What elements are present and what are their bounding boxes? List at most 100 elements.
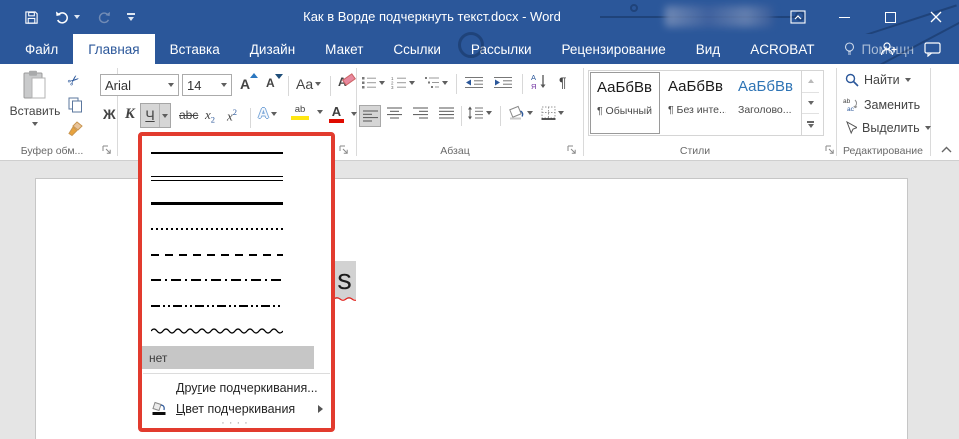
font-color-button[interactable]: А bbox=[329, 105, 357, 123]
increase-indent-button[interactable] bbox=[493, 76, 513, 89]
tab-file[interactable]: Файл bbox=[10, 34, 73, 64]
comments-icon[interactable] bbox=[924, 42, 941, 57]
ribbon-display-options-button[interactable] bbox=[775, 0, 821, 34]
find-arrow[interactable] bbox=[905, 78, 911, 82]
line-spacing-arrow[interactable] bbox=[486, 111, 492, 115]
align-center-button[interactable] bbox=[387, 107, 402, 119]
cut-button[interactable]: ✂ bbox=[68, 72, 80, 89]
font-color-arrow[interactable] bbox=[351, 112, 357, 116]
paste-button[interactable]: Вставить bbox=[10, 70, 60, 126]
tab-layout[interactable]: Макет bbox=[310, 34, 378, 64]
underline-style-option-single[interactable] bbox=[142, 140, 331, 166]
tab-references[interactable]: Ссылки bbox=[378, 34, 456, 64]
font-name-combo[interactable]: Arial bbox=[100, 74, 179, 96]
font-dialog-launcher[interactable] bbox=[338, 144, 350, 156]
replace-button[interactable]: ab ac Заменить bbox=[843, 97, 920, 112]
grow-font-button[interactable]: А bbox=[240, 76, 250, 92]
svg-text:А: А bbox=[531, 73, 536, 82]
spellcheck-squiggle bbox=[334, 296, 356, 302]
underline-dropdown-arrow[interactable] bbox=[160, 114, 170, 118]
underline-style-option-dash-dot[interactable] bbox=[142, 268, 331, 294]
tab-view[interactable]: Вид bbox=[681, 34, 735, 64]
strikethrough-button[interactable]: abc bbox=[179, 108, 198, 122]
undo-button[interactable] bbox=[55, 10, 80, 24]
tab-review[interactable]: Рецензирование bbox=[547, 34, 681, 64]
highlight-arrow[interactable] bbox=[317, 110, 323, 114]
underline-style-option-double[interactable] bbox=[142, 166, 331, 192]
style-item-heading[interactable]: АаБбВв Заголово... bbox=[731, 71, 801, 135]
underline-option-none[interactable]: нет bbox=[142, 346, 314, 369]
underline-style-option-wavy[interactable] bbox=[142, 319, 331, 345]
styles-more-button[interactable] bbox=[802, 114, 819, 135]
save-button[interactable] bbox=[24, 10, 39, 25]
clear-formatting-button[interactable]: А bbox=[338, 75, 347, 89]
find-button[interactable]: Найти bbox=[845, 73, 911, 87]
underline-style-option-dotted[interactable] bbox=[142, 217, 331, 243]
superscript-button[interactable]: x2 bbox=[227, 107, 237, 124]
minimize-button[interactable] bbox=[821, 0, 867, 34]
menu-item-underline-color[interactable]: Цвет подчеркивания bbox=[142, 398, 331, 419]
styles-scroll-down-button[interactable] bbox=[802, 93, 819, 115]
style-item-no-spacing[interactable]: АаБбВв ¶ Без инте... bbox=[661, 71, 731, 135]
shading-arrow[interactable] bbox=[527, 111, 533, 115]
text-effects-button[interactable]: А bbox=[258, 105, 277, 122]
close-button[interactable] bbox=[913, 0, 959, 34]
bullets-arrow[interactable] bbox=[379, 81, 385, 85]
redo-button-disabled[interactable] bbox=[96, 10, 111, 24]
bold-button[interactable]: Ж bbox=[103, 106, 116, 122]
menu-item-more-underlines[interactable]: Другие подчеркивания... bbox=[142, 377, 331, 398]
align-left-button-active[interactable] bbox=[359, 105, 381, 127]
underline-style-option-dash-dot-dot[interactable] bbox=[142, 293, 331, 319]
subscript-button[interactable]: x2 bbox=[205, 107, 215, 125]
paste-dropdown-arrow[interactable] bbox=[32, 122, 38, 126]
copy-button[interactable] bbox=[68, 97, 83, 113]
shading-button[interactable] bbox=[507, 105, 533, 120]
change-case-button[interactable]: Aa bbox=[296, 76, 321, 92]
align-right-icon bbox=[413, 107, 428, 119]
font-name-dropdown-arrow[interactable] bbox=[168, 83, 174, 87]
share-person-icon[interactable] bbox=[880, 41, 898, 57]
multilevel-list-button[interactable] bbox=[424, 76, 448, 89]
decrease-indent-button[interactable] bbox=[464, 76, 484, 89]
italic-button[interactable]: К bbox=[125, 106, 135, 123]
customize-quick-access-button[interactable] bbox=[127, 13, 135, 21]
line-spacing-button[interactable] bbox=[467, 106, 492, 120]
paragraph-dialog-launcher[interactable] bbox=[566, 144, 578, 156]
maximize-button[interactable] bbox=[867, 0, 913, 34]
underline-style-option-thick[interactable] bbox=[142, 191, 331, 217]
justify-button[interactable] bbox=[439, 107, 454, 119]
font-size-dropdown-arrow[interactable] bbox=[221, 83, 227, 87]
multilevel-list-arrow[interactable] bbox=[442, 81, 448, 85]
highlight-button[interactable]: ab bbox=[291, 105, 323, 120]
undo-dropdown-arrow[interactable] bbox=[74, 15, 80, 19]
sort-button[interactable]: А Я bbox=[531, 73, 548, 90]
text-effects-arrow[interactable] bbox=[271, 112, 277, 116]
borders-button[interactable] bbox=[541, 106, 564, 120]
collapse-ribbon-button[interactable] bbox=[940, 145, 953, 154]
borders-arrow[interactable] bbox=[558, 111, 564, 115]
numbering-button[interactable]: 1 2 3 bbox=[391, 76, 415, 89]
select-button[interactable]: Выделить bbox=[845, 121, 931, 135]
numbering-arrow[interactable] bbox=[409, 81, 415, 85]
svg-text:3: 3 bbox=[391, 85, 394, 89]
tab-home[interactable]: Главная bbox=[73, 34, 154, 64]
tab-insert[interactable]: Вставка bbox=[155, 34, 235, 64]
underline-button-active[interactable]: Ч bbox=[140, 103, 171, 128]
font-size-combo[interactable]: 14 bbox=[182, 74, 232, 96]
select-arrow[interactable] bbox=[925, 126, 931, 130]
show-marks-button[interactable]: ¶ bbox=[559, 74, 567, 90]
bullets-button[interactable] bbox=[361, 76, 385, 89]
underline-style-option-dashed[interactable] bbox=[142, 242, 331, 268]
tab-design[interactable]: Дизайн bbox=[235, 34, 310, 64]
format-painter-button[interactable] bbox=[68, 121, 84, 137]
style-item-normal[interactable]: АаБбВв ¶ Обычный bbox=[590, 72, 660, 134]
tab-acrobat[interactable]: ACROBAT bbox=[735, 34, 829, 64]
shrink-font-button[interactable]: А bbox=[266, 76, 275, 90]
align-right-button[interactable] bbox=[413, 107, 428, 119]
ribbon-tab-bar: Файл Главная Вставка Дизайн Макет Ссылки… bbox=[0, 34, 959, 64]
clipboard-dialog-launcher[interactable] bbox=[101, 144, 113, 156]
styles-scroll-up-button[interactable] bbox=[802, 71, 819, 93]
account-name-blurred[interactable] bbox=[665, 6, 773, 27]
align-center-icon bbox=[387, 107, 402, 119]
styles-dialog-launcher[interactable] bbox=[824, 144, 836, 156]
